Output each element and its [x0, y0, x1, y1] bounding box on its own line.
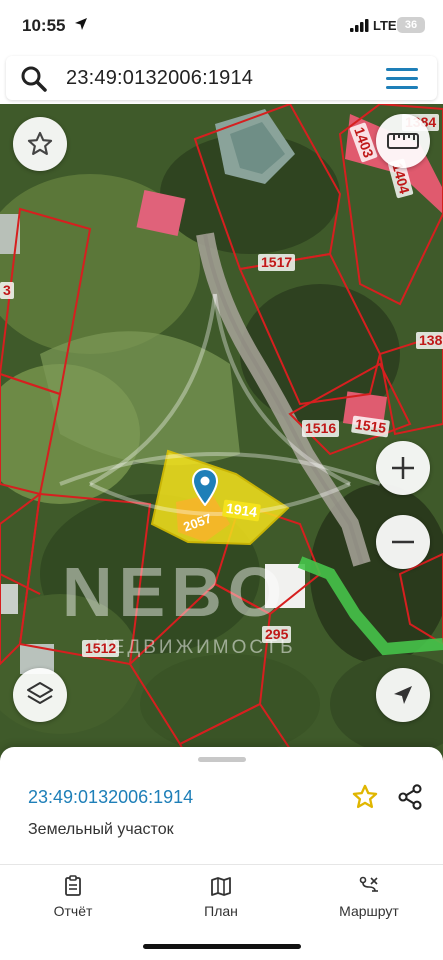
layers-button[interactable] [13, 668, 67, 722]
layers-icon [27, 682, 53, 704]
property-bottom-sheet[interactable]: 23:49:0132006:1914 Земельный участок Отч… [0, 747, 443, 960]
location-arrow-icon [75, 18, 87, 30]
my-location-button[interactable] [376, 668, 430, 722]
search-icon[interactable] [20, 65, 48, 93]
navigation-arrow-icon [394, 686, 412, 704]
zoom-out-button[interactable] [376, 515, 430, 569]
cellular-signal-icon [350, 19, 369, 32]
tab-plan-label: План [204, 903, 238, 919]
home-indicator [143, 944, 301, 949]
tab-plan[interactable]: План [166, 875, 276, 921]
parcel-label[interactable]: 1512 [82, 640, 120, 657]
report-icon [65, 875, 81, 896]
network-type: LTE [373, 18, 397, 33]
status-bar: 10:55 LTE 36 [0, 0, 443, 52]
parcel-label[interactable]: 3 [0, 282, 14, 299]
hamburger-menu-icon[interactable] [386, 68, 418, 90]
satellite-map[interactable]: NEBO НЕДВИЖИМОСТЬ 1384 1403 1404 1517 13… [0, 104, 443, 764]
watermark-brand: NEBO [62, 553, 289, 631]
location-pin-icon[interactable] [192, 468, 218, 506]
tab-route[interactable]: Маршрут [314, 875, 424, 921]
ruler-button[interactable] [376, 114, 430, 168]
battery-level: 36 [404, 19, 418, 31]
zoom-in-button[interactable] [376, 441, 430, 495]
status-time: 10:55 [22, 16, 66, 35]
sheet-divider [0, 864, 443, 865]
parcel-label[interactable]: 1516 [302, 420, 340, 437]
parcel-label[interactable]: 295 [262, 626, 292, 643]
sheet-drag-handle[interactable] [198, 757, 246, 762]
ruler-icon [387, 133, 419, 149]
search-bar[interactable]: 23:49:0132006:1914 [6, 56, 437, 100]
plus-icon [392, 457, 414, 479]
tab-route-label: Маршрут [339, 903, 399, 919]
battery-icon: 36 [397, 17, 425, 33]
parcel-label[interactable]: 1517 [258, 254, 296, 271]
favorite-star-icon[interactable] [351, 783, 379, 811]
parcel-label[interactable]: 138 [416, 332, 443, 349]
star-outline-icon [27, 131, 53, 155]
route-icon [359, 876, 378, 892]
property-type: Земельный участок [28, 821, 174, 838]
cadastral-number[interactable]: 23:49:0132006:1914 [28, 787, 193, 808]
map-plan-icon [211, 877, 231, 896]
search-input[interactable]: 23:49:0132006:1914 [66, 67, 253, 90]
tab-report[interactable]: Отчёт [18, 875, 128, 921]
tab-report-label: Отчёт [53, 903, 93, 919]
favorites-button[interactable] [13, 117, 67, 171]
share-icon[interactable] [396, 783, 424, 811]
minus-icon [392, 540, 414, 544]
